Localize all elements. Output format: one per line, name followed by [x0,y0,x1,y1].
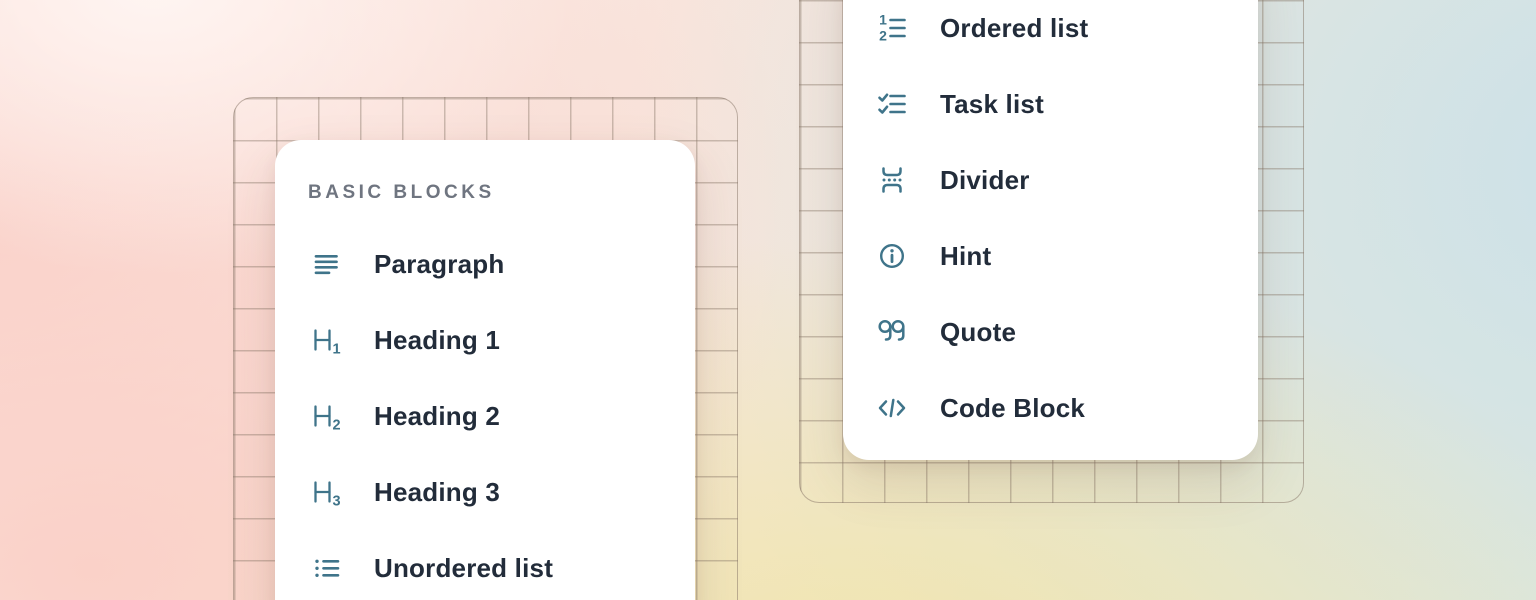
menu-item-label: Ordered list [940,13,1088,44]
editor-insert-menu-illustration: BASIC BLOCKS Paragraph 1 He [0,0,1536,600]
menu-item-paragraph[interactable]: Paragraph [308,226,695,302]
menu-item-heading-3[interactable]: 3 Heading 3 [308,454,695,530]
menu-item-code-block[interactable]: Code Block [874,370,1258,446]
quote-icon [874,316,910,348]
ordered-list-icon: 1 2 [874,12,910,44]
menu-item-label: Unordered list [374,553,553,584]
menu-item-divider[interactable]: Divider [874,142,1258,218]
svg-text:2: 2 [879,28,887,44]
menu-item-hint[interactable]: Hint [874,218,1258,294]
menu-item-ordered-list[interactable]: 1 2 Ordered list [874,0,1258,66]
section-label: BASIC BLOCKS [308,180,695,206]
task-list-icon [874,88,910,120]
menu-item-label: Paragraph [374,249,504,280]
svg-text:3: 3 [332,494,340,509]
basic-blocks-menu-panel: BASIC BLOCKS Paragraph 1 He [275,140,695,600]
svg-text:1: 1 [332,342,340,357]
menu-item-label: Heading 3 [374,477,500,508]
code-block-icon [874,392,910,424]
heading-1-icon: 1 [308,324,344,356]
blocks-menu-panel: 1 2 Ordered list Task list [843,0,1258,460]
svg-text:2: 2 [332,418,340,433]
svg-text:1: 1 [879,12,887,28]
menu-item-heading-2[interactable]: 2 Heading 2 [308,378,695,454]
menu-item-label: Task list [940,89,1044,120]
heading-2-icon: 2 [308,400,344,432]
paragraph-icon [308,248,344,280]
menu-item-heading-1[interactable]: 1 Heading 1 [308,302,695,378]
menu-item-unordered-list[interactable]: Unordered list [308,530,695,600]
menu-item-label: Heading 2 [374,401,500,432]
menu-item-label: Heading 1 [374,325,500,356]
menu-item-label: Hint [940,241,991,272]
menu-item-label: Code Block [940,393,1085,424]
menu-item-quote[interactable]: Quote [874,294,1258,370]
unordered-list-icon [308,552,344,584]
heading-3-icon: 3 [308,476,344,508]
menu-item-label: Quote [940,317,1016,348]
menu-item-task-list[interactable]: Task list [874,66,1258,142]
hint-icon [874,240,910,272]
divider-icon [874,164,910,196]
menu-item-label: Divider [940,165,1030,196]
